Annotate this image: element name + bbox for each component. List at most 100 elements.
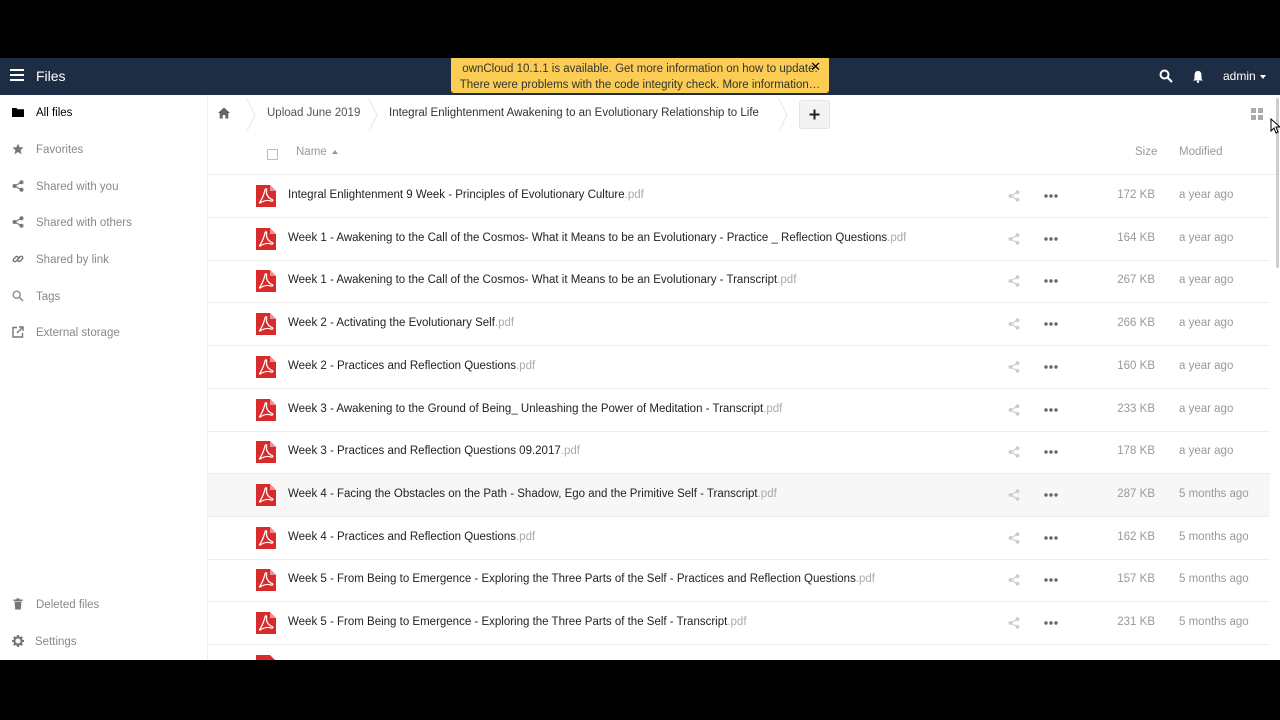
column-header-modified[interactable]: Modified bbox=[1179, 146, 1222, 158]
column-header-name[interactable]: Name bbox=[296, 146, 338, 158]
share-icon[interactable] bbox=[1008, 574, 1020, 586]
file-size: 178 KB bbox=[1117, 445, 1155, 458]
file-name[interactable]: Week 3 - Awakening to the Ground of Bein… bbox=[288, 403, 782, 415]
select-all-checkbox[interactable] bbox=[267, 149, 278, 160]
external-link-icon bbox=[12, 326, 24, 338]
file-name[interactable]: Week 5 - From Being to Emergence - Explo… bbox=[288, 573, 875, 585]
file-modified: a year ago bbox=[1179, 359, 1234, 372]
file-row[interactable]: Week 2 - Activating the Evolutionary Sel… bbox=[208, 303, 1270, 347]
update-notice-line2[interactable]: There were problems with the code integr… bbox=[451, 77, 829, 93]
share-icon[interactable] bbox=[1008, 489, 1020, 501]
share-icon[interactable] bbox=[1008, 232, 1020, 245]
more-actions-icon[interactable] bbox=[1044, 236, 1058, 241]
share-icon[interactable] bbox=[1008, 446, 1020, 458]
file-row[interactable]: Week 5 - From Being to Emergence - Explo… bbox=[208, 602, 1270, 645]
more-actions-icon[interactable] bbox=[1044, 194, 1058, 198]
share-icon[interactable] bbox=[1008, 275, 1020, 288]
user-menu[interactable]: admin bbox=[1223, 69, 1266, 83]
share-icon[interactable] bbox=[1008, 531, 1020, 544]
file-name[interactable]: Week 5 - From Being to Emergence - Explo… bbox=[288, 616, 747, 628]
breadcrumb-item-upload[interactable]: Upload June 2019 bbox=[267, 107, 360, 119]
file-extension: .pdf bbox=[494, 317, 515, 330]
file-name[interactable]: Integral Enlightenment 9 Week - Principl… bbox=[288, 189, 644, 201]
file-name[interactable]: Week 1 - Awakening to the Call of the Co… bbox=[288, 232, 906, 244]
file-row[interactable]: Week 3 - Practices and Reflection Questi… bbox=[208, 431, 1270, 475]
sidebar-item-deleted-files[interactable]: Deleted files bbox=[0, 590, 207, 620]
more-actions-icon[interactable] bbox=[1044, 279, 1058, 284]
settings-button[interactable]: Settings bbox=[0, 627, 207, 657]
sidebar-item-label: Tags bbox=[36, 291, 61, 303]
more-actions-icon[interactable] bbox=[1044, 450, 1058, 454]
sidebar-item-shared-by-link[interactable]: Shared by link bbox=[0, 245, 207, 275]
file-row[interactable]: Week 4 - Practices and Reflection Questi… bbox=[208, 517, 1270, 560]
share-icon[interactable] bbox=[1008, 318, 1020, 330]
new-file-button[interactable] bbox=[799, 100, 830, 129]
grid-view-icon[interactable] bbox=[1251, 108, 1263, 120]
share-icon[interactable] bbox=[1008, 361, 1020, 373]
pdf-file-icon bbox=[256, 270, 276, 293]
file-list: Integral Enlightenment 9 Week - Principl… bbox=[208, 175, 1280, 660]
more-actions-icon[interactable] bbox=[1044, 493, 1058, 497]
pdf-file-icon bbox=[256, 227, 276, 250]
more-actions-icon[interactable] bbox=[1044, 322, 1058, 326]
more-actions-icon[interactable] bbox=[1044, 578, 1058, 582]
file-row[interactable]: Week 4 - Facing the Obstacles on the Pat… bbox=[208, 473, 1270, 517]
breadcrumb-item-current-folder[interactable]: Integral Enlightenment Awakening to an E… bbox=[389, 107, 759, 119]
file-name-base: Week 1 - Awakening to the Call of the Co… bbox=[288, 231, 888, 244]
file-modified: 5 months ago bbox=[1179, 487, 1249, 500]
file-name-base: Integral Enlightenment 9 Week - Principl… bbox=[288, 189, 625, 201]
file-extension: .pdf bbox=[515, 530, 536, 543]
file-size: 231 KB bbox=[1117, 616, 1155, 628]
file-extension: .pdf bbox=[855, 573, 875, 586]
share-icon[interactable] bbox=[1008, 617, 1020, 629]
more-actions-icon[interactable] bbox=[1044, 365, 1058, 369]
file-row[interactable]: Week 5 - From Being to Emergence - Explo… bbox=[208, 559, 1270, 603]
sidebar-item-shared-with-you[interactable]: Shared with you bbox=[0, 172, 207, 202]
share-icon bbox=[12, 216, 24, 228]
column-header-size[interactable]: Size bbox=[1135, 146, 1157, 158]
pdf-file-icon bbox=[256, 355, 276, 378]
file-name[interactable]: Week 4 - Facing the Obstacles on the Pat… bbox=[288, 488, 777, 500]
home-icon[interactable] bbox=[218, 107, 230, 119]
pdf-file-icon bbox=[256, 313, 276, 336]
file-row[interactable]: Week 1 - Awakening to the Call of the Co… bbox=[208, 260, 1270, 304]
hamburger-menu-icon[interactable] bbox=[10, 69, 24, 83]
sidebar-item-tags[interactable]: Tags bbox=[0, 282, 207, 312]
search-icon[interactable] bbox=[1159, 69, 1173, 83]
file-name[interactable]: Week 2 - Activating the Evolutionary Sel… bbox=[288, 317, 514, 329]
sidebar-item-external-storage[interactable]: External storage bbox=[0, 318, 207, 348]
file-row[interactable]: Week 3 - Awakening to the Ground of Bein… bbox=[208, 389, 1270, 432]
app-title[interactable]: Files bbox=[36, 68, 66, 84]
plus-icon bbox=[809, 109, 820, 120]
file-name[interactable]: Week 1 - Awakening to the Call of the Co… bbox=[288, 274, 796, 286]
close-icon[interactable]: ✕ bbox=[810, 59, 821, 75]
more-actions-icon[interactable] bbox=[1044, 407, 1058, 412]
sidebar-item-label: Settings bbox=[35, 636, 77, 648]
file-modified: 5 months ago bbox=[1179, 616, 1249, 628]
file-row[interactable]: Week 1 - Awakening to the Call of the Co… bbox=[208, 218, 1270, 261]
sort-ascending-icon bbox=[331, 149, 338, 154]
update-notice-line1[interactable]: ownCloud 10.1.1 is available. Get more i… bbox=[451, 61, 829, 77]
pdf-file-icon bbox=[256, 398, 276, 421]
file-name[interactable]: Week 4 - Practices and Reflection Questi… bbox=[288, 531, 535, 543]
share-icon[interactable] bbox=[1008, 190, 1020, 202]
sidebar-item-favorites[interactable]: Favorites bbox=[0, 135, 207, 165]
breadcrumb-separator bbox=[246, 99, 256, 131]
pdf-file-icon bbox=[256, 185, 276, 207]
update-notification[interactable]: ownCloud 10.1.1 is available. Get more i… bbox=[451, 58, 829, 93]
sidebar-item-all-files[interactable]: All files bbox=[0, 98, 207, 128]
file-size: 267 KB bbox=[1117, 274, 1155, 287]
file-row[interactable]: Integral Enlightenment 9 Week - Principl… bbox=[208, 175, 1270, 218]
file-name[interactable]: Week 2 - Practices and Reflection Questi… bbox=[288, 360, 535, 372]
file-name[interactable]: Week 3 - Practices and Reflection Questi… bbox=[288, 445, 580, 457]
file-modified: a year ago bbox=[1179, 402, 1234, 415]
file-extension: .pdf bbox=[560, 445, 580, 458]
share-icon[interactable] bbox=[1008, 403, 1020, 416]
bell-icon[interactable] bbox=[1192, 70, 1204, 83]
file-name-base: Week 5 - From Being to Emergence - Explo… bbox=[288, 616, 728, 628]
more-actions-icon[interactable] bbox=[1044, 621, 1058, 625]
file-size: 162 KB bbox=[1117, 530, 1155, 543]
file-row[interactable]: Week 2 - Practices and Reflection Questi… bbox=[208, 346, 1270, 389]
more-actions-icon[interactable] bbox=[1044, 535, 1058, 540]
sidebar-item-shared-with-others[interactable]: Shared with others bbox=[0, 208, 207, 238]
